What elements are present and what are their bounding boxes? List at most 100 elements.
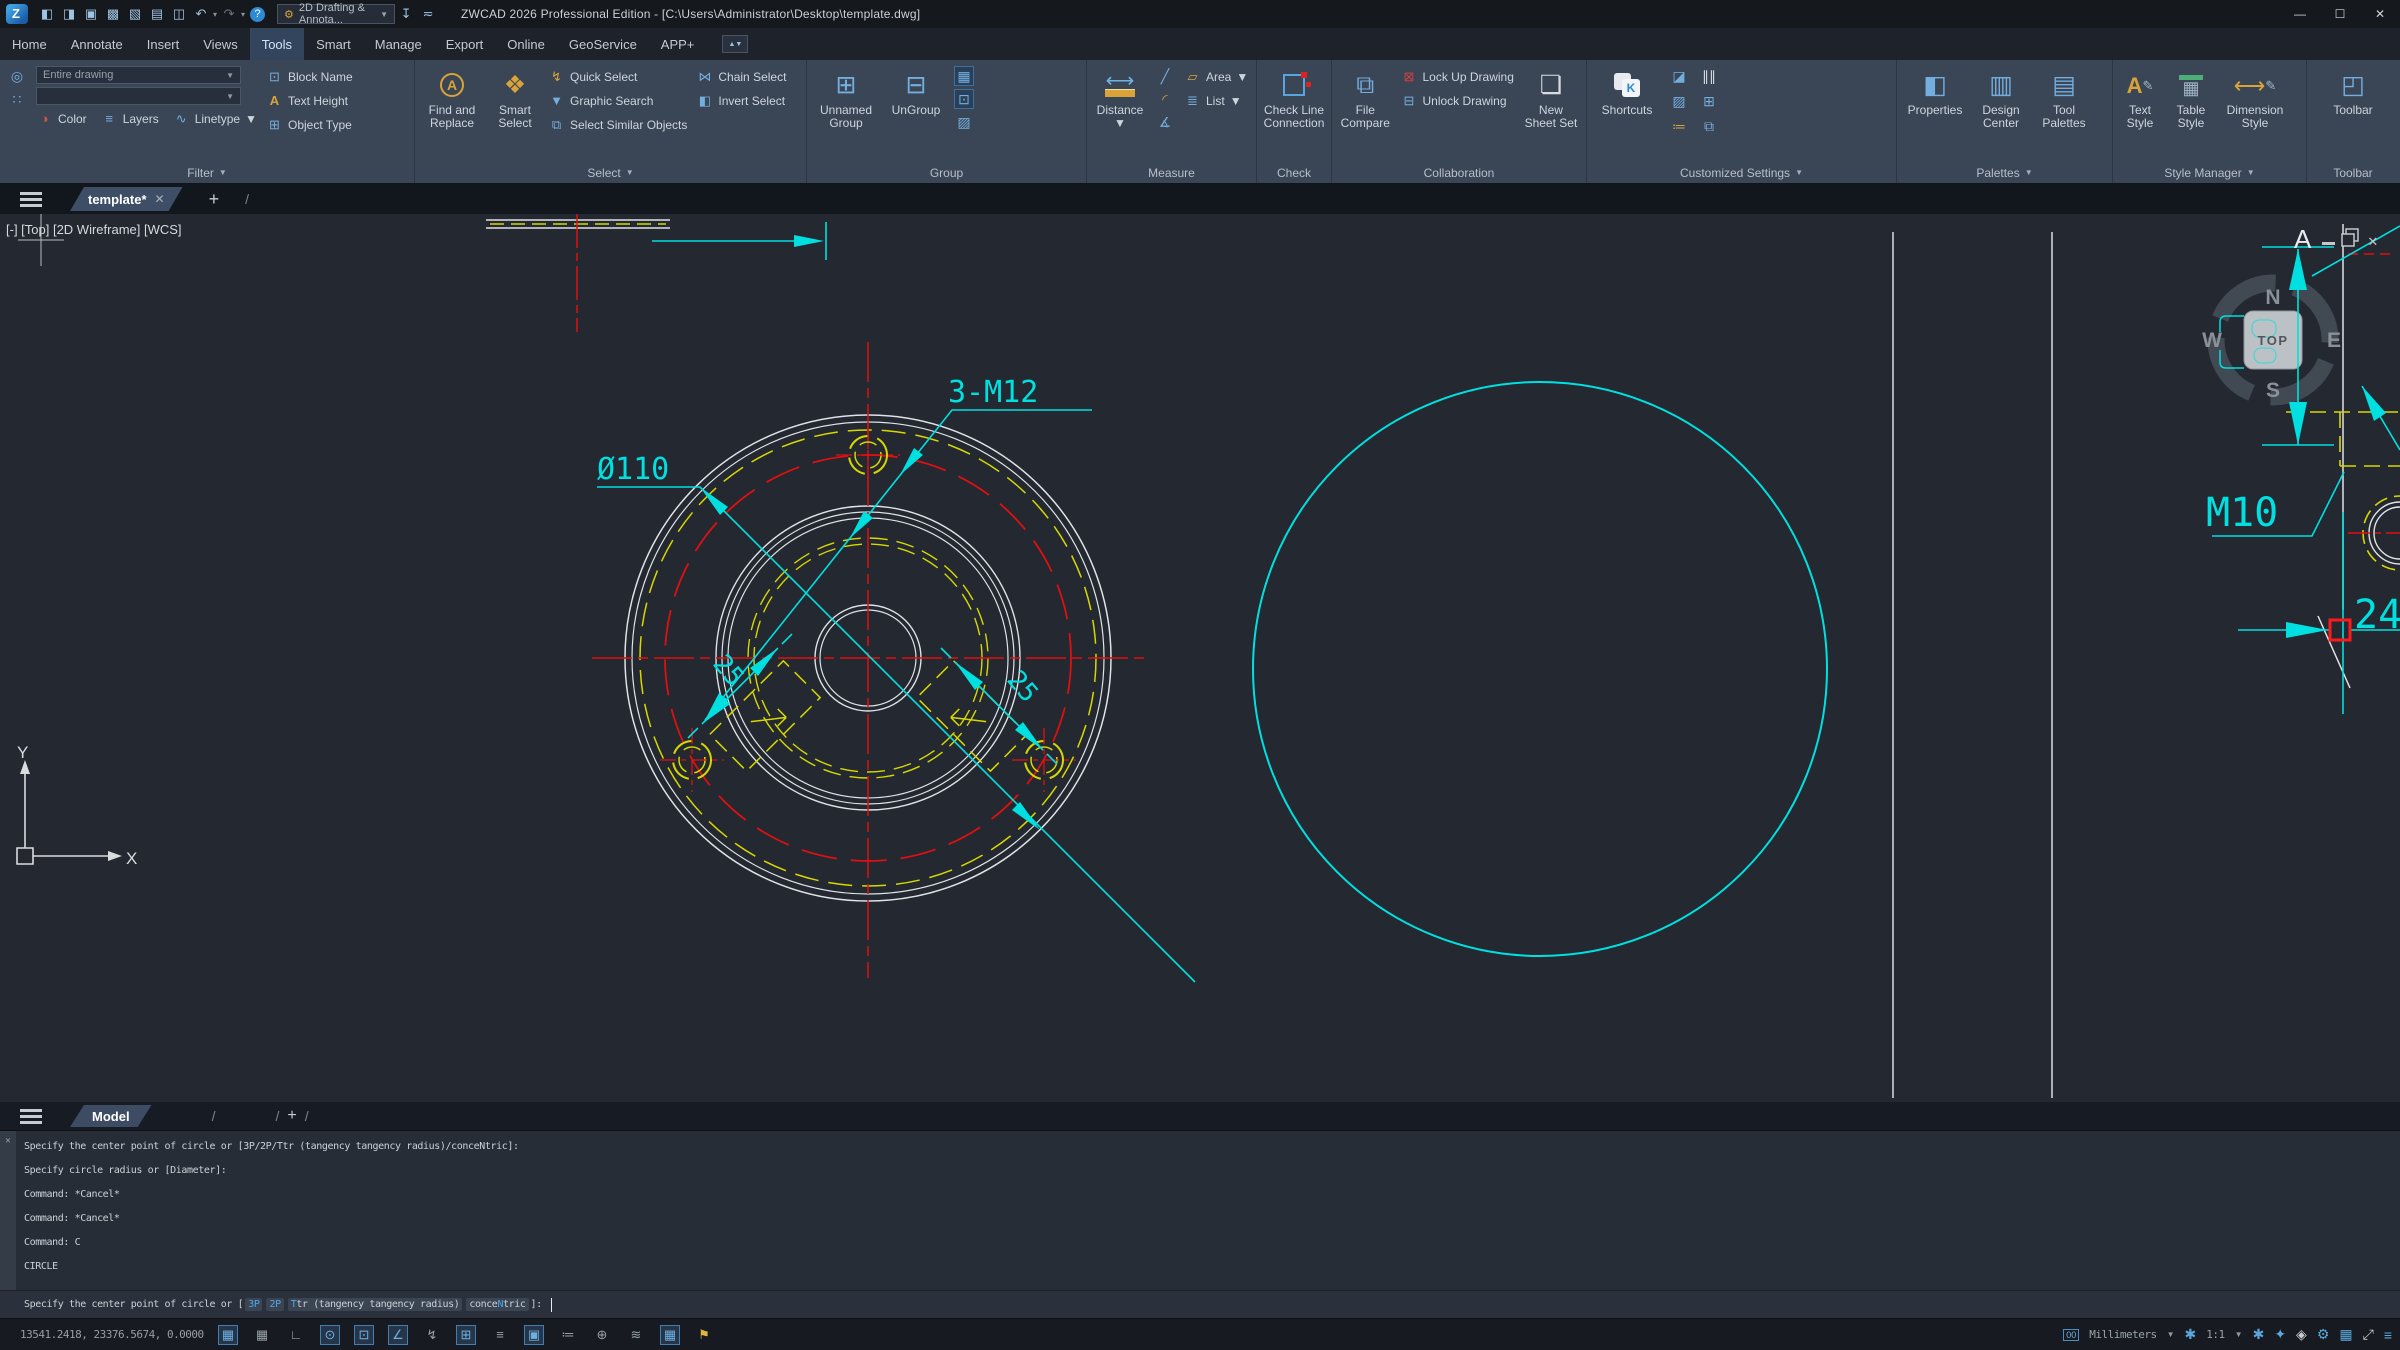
annotation-monitor-icon[interactable]: ⊕ (592, 1325, 612, 1345)
status-menu-icon[interactable]: ≡ (2384, 1327, 2392, 1343)
color-button[interactable]: ◑Color (36, 108, 87, 129)
prompt-option-2p[interactable]: 2P (266, 1298, 283, 1311)
table-style-button[interactable]: ▦ Table Style (2169, 66, 2213, 130)
units-dropdown[interactable]: Millimeters (2089, 1328, 2156, 1341)
menu-geoservice[interactable]: GeoService (557, 28, 649, 60)
isolate-objects-icon[interactable]: ⚑ (694, 1325, 714, 1345)
image-adjust-icon[interactable]: ◪ (1669, 66, 1689, 86)
linked-doc-icon[interactable]: ⧉ (1699, 116, 1719, 136)
ungroup-button[interactable]: ⊟ UnGroup (887, 66, 945, 117)
annotation-scale-sync-icon[interactable]: ≋ (626, 1325, 646, 1345)
filter-scope-combobox[interactable]: Entire drawing ▼ (36, 66, 241, 84)
invert-select-button[interactable]: ◧Invert Select (696, 90, 786, 111)
menu-export[interactable]: Export (434, 28, 496, 60)
find-replace-button[interactable]: A Find and Replace (422, 66, 482, 130)
view-cube[interactable]: N W E S TOP (2199, 266, 2347, 414)
menu-views[interactable]: Views (191, 28, 249, 60)
linetype-button[interactable]: ∿Linetype▼ (173, 108, 257, 129)
tool-palettes-button[interactable]: ▤ Tool Palettes (2036, 66, 2092, 130)
auto-annotation-icon[interactable]: ✦ (2274, 1326, 2286, 1343)
new-layout-button[interactable]: + (287, 1107, 296, 1125)
properties-button[interactable]: ◧ Properties (1904, 66, 1966, 117)
prompt-option-3p[interactable]: 3P (245, 1298, 262, 1311)
filter-value-combobox[interactable]: ▼ (36, 87, 241, 105)
block-name-button[interactable]: ⊡Block Name (266, 66, 353, 87)
toolbar-section-label[interactable]: Toolbar (2307, 162, 2399, 183)
close-button[interactable]: ✕ (2360, 0, 2400, 28)
filter-section-label[interactable]: Filter▼ (0, 162, 414, 183)
annotation-scale-value[interactable]: 1:1 (2206, 1328, 2224, 1341)
help-icon[interactable]: ? (250, 7, 265, 22)
minimize-button[interactable]: — (2280, 0, 2320, 28)
save-icon[interactable]: ▣ (81, 4, 101, 24)
group-manager-icon[interactable]: ▨ (954, 112, 974, 132)
undo-icon[interactable]: ↶ (191, 4, 211, 24)
filter-objects-icon[interactable]: ∷ (7, 89, 27, 109)
ortho-mode-icon[interactable]: ∟ (286, 1325, 306, 1345)
lineweight-display-icon[interactable]: ≡ (490, 1325, 510, 1345)
alias-list-icon[interactable]: ≔ (1669, 116, 1689, 136)
precision-indicator[interactable]: 00 (2063, 1329, 2079, 1341)
redo-dropdown-icon[interactable]: ▾ (241, 10, 245, 19)
text-height-button[interactable]: AText Height (266, 90, 353, 111)
barcode-icon[interactable]: ∥∥ (1699, 66, 1719, 86)
fullscreen-icon[interactable]: ⤢ (2363, 1326, 2374, 1343)
open-file-icon[interactable]: ◨ (59, 4, 79, 24)
menu-manage[interactable]: Manage (363, 28, 434, 60)
measure-coordinates-icon[interactable]: ∡ (1155, 112, 1175, 132)
style-manager-section-label[interactable]: Style Manager▼ (2113, 162, 2306, 183)
new-file-icon[interactable]: ◧ (37, 4, 57, 24)
menu-smart[interactable]: Smart (304, 28, 363, 60)
filter-select-icon[interactable]: ◎ (7, 66, 27, 86)
object-snap-icon[interactable]: ⊡ (354, 1325, 374, 1345)
dynamic-input-icon[interactable]: ↯ (422, 1325, 442, 1345)
unnamed-group-button[interactable]: ⊞ Unnamed Group (814, 66, 878, 130)
design-center-button[interactable]: ▥ Design Center (1975, 66, 2027, 130)
workspace-save-icon[interactable]: ↧ (396, 4, 416, 24)
customized-settings-section-label[interactable]: Customized Settings▼ (1587, 162, 1896, 183)
layout-menu-icon[interactable] (20, 1109, 42, 1124)
drawing-viewport[interactable]: [-] [Top] [2D Wireframe] [WCS] (0, 214, 2400, 1102)
quick-select-button[interactable]: ↯Quick Select (548, 66, 687, 87)
grid-settings-icon[interactable]: ▦ (218, 1325, 238, 1345)
dynamic-prompt-icon[interactable]: ⊞ (456, 1325, 476, 1345)
selection-cycling-icon[interactable]: ▣ (524, 1325, 544, 1345)
dimension-style-button[interactable]: ⟷✎ Dimension Style (2222, 66, 2288, 130)
menu-insert[interactable]: Insert (135, 28, 192, 60)
list-button[interactable]: ≣List▼ (1184, 90, 1248, 111)
qat-more-icon[interactable]: ≂ (418, 4, 438, 24)
menu-tools[interactable]: Tools (250, 28, 304, 60)
workspace-selector[interactable]: ⚙ 2D Drafting & Annota... ▼ (277, 4, 395, 24)
palettes-section-label[interactable]: Palettes▼ (1897, 162, 2112, 183)
group-bounding-icon[interactable]: ⊡ (954, 89, 974, 109)
menu-app-plus[interactable]: APP+ (649, 28, 707, 60)
distance-button[interactable]: ⟷ Distance ▼ (1094, 66, 1146, 130)
layers-button[interactable]: ≡Layers (101, 108, 159, 129)
command-prompt[interactable]: Specify the center point of circle or [ … (0, 1290, 2400, 1318)
select-section-label[interactable]: Select▼ (415, 162, 806, 183)
check-section-label[interactable]: Check (1257, 162, 1331, 183)
annotation-visibility-icon[interactable]: ✱ (2253, 1326, 2265, 1343)
measure-arc-icon[interactable]: ◜ (1155, 89, 1175, 109)
file-compare-button[interactable]: ⧉ File Compare (1339, 66, 1392, 130)
lock-up-drawing-button[interactable]: ⊠Lock Up Drawing (1401, 66, 1514, 87)
tab-template[interactable]: template* ✕ (70, 187, 183, 211)
settings-gear-icon[interactable]: ⚙ (2317, 1326, 2330, 1343)
area-button[interactable]: ▱Area▼ (1184, 66, 1248, 87)
new-tab-button[interactable]: + (209, 189, 220, 210)
workspace-grid-icon[interactable]: ▦ (660, 1325, 680, 1345)
print-icon[interactable]: ▤ (147, 4, 167, 24)
quick-properties-icon[interactable]: ≔ (558, 1325, 578, 1345)
measure-section-label[interactable]: Measure (1087, 162, 1256, 183)
object-snap-tracking-icon[interactable]: ∠ (388, 1325, 408, 1345)
tab-close-icon[interactable]: ✕ (155, 192, 165, 206)
tab-menu-icon[interactable] (20, 192, 42, 207)
viewport-controls-label[interactable]: [-] [Top] [2D Wireframe] [WCS] (6, 222, 182, 237)
new-sheet-set-button[interactable]: ❏ New Sheet Set (1523, 66, 1579, 130)
measure-slope-icon[interactable]: ╱ (1155, 66, 1175, 86)
ribbon-collapse-control[interactable]: ▲▼ (722, 35, 748, 53)
hardware-acceleration-icon[interactable]: ▦ (2339, 1326, 2352, 1343)
save-as-icon[interactable]: ▩ (103, 4, 123, 24)
unlock-drawing-button[interactable]: ⊟Unlock Drawing (1401, 90, 1514, 111)
maximize-button[interactable]: ☐ (2320, 0, 2360, 28)
